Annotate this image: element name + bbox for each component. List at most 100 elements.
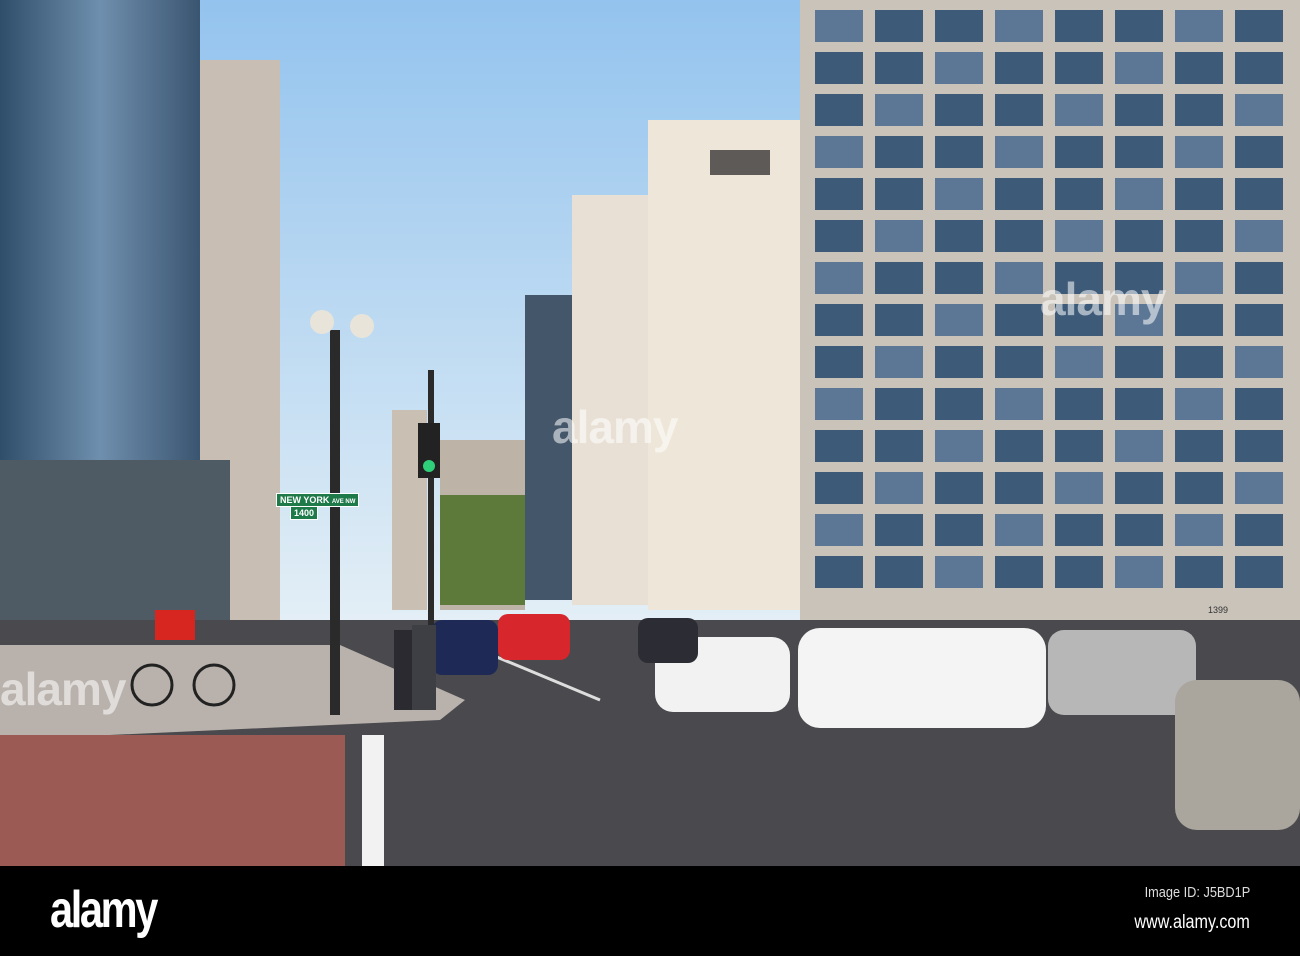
window bbox=[1115, 388, 1163, 420]
window bbox=[935, 556, 983, 588]
lane-line bbox=[362, 735, 384, 866]
window bbox=[1175, 472, 1223, 504]
window bbox=[1235, 472, 1283, 504]
window bbox=[815, 304, 863, 336]
window bbox=[995, 220, 1043, 252]
window bbox=[875, 304, 923, 336]
window bbox=[995, 346, 1043, 378]
window bbox=[1055, 346, 1103, 378]
window bbox=[815, 430, 863, 462]
window bbox=[1055, 52, 1103, 84]
silver-suv bbox=[1048, 630, 1196, 715]
window bbox=[1235, 304, 1283, 336]
building-tall-white bbox=[648, 120, 806, 610]
window bbox=[1175, 430, 1223, 462]
white-limousine bbox=[798, 628, 1046, 728]
street-sign: NEW YORK AVE NW bbox=[276, 493, 360, 507]
window bbox=[1235, 136, 1283, 168]
window bbox=[995, 10, 1043, 42]
window bbox=[1055, 472, 1103, 504]
window bbox=[1175, 514, 1223, 546]
window bbox=[1175, 262, 1223, 294]
window bbox=[935, 388, 983, 420]
window bbox=[995, 514, 1043, 546]
window bbox=[1115, 346, 1163, 378]
window bbox=[935, 430, 983, 462]
window bbox=[1055, 10, 1103, 42]
window bbox=[875, 472, 923, 504]
window bbox=[875, 556, 923, 588]
window bbox=[1235, 346, 1283, 378]
watermark-right: alamy bbox=[1040, 273, 1166, 325]
window bbox=[875, 10, 923, 42]
window bbox=[815, 556, 863, 588]
window bbox=[995, 178, 1043, 210]
building-number: 1399 bbox=[1208, 605, 1229, 615]
window bbox=[1235, 556, 1283, 588]
window bbox=[935, 94, 983, 126]
window bbox=[1115, 52, 1163, 84]
pedestrian bbox=[412, 625, 436, 710]
window bbox=[815, 388, 863, 420]
window bbox=[1175, 304, 1223, 336]
watermark-left: alamy bbox=[0, 663, 126, 715]
window bbox=[1235, 220, 1283, 252]
window bbox=[875, 178, 923, 210]
window bbox=[1235, 262, 1283, 294]
dark-car bbox=[638, 618, 698, 663]
image-id: Image ID: J5BD1P bbox=[1144, 884, 1250, 901]
window bbox=[995, 556, 1043, 588]
window bbox=[1175, 178, 1223, 210]
window bbox=[995, 430, 1043, 462]
window bbox=[935, 304, 983, 336]
window bbox=[935, 220, 983, 252]
window bbox=[935, 136, 983, 168]
red-crosswalk bbox=[0, 735, 345, 866]
website-link[interactable]: www.alamy.com bbox=[1135, 912, 1250, 934]
window bbox=[875, 346, 923, 378]
window bbox=[1175, 52, 1223, 84]
window bbox=[935, 472, 983, 504]
window bbox=[935, 262, 983, 294]
window bbox=[935, 178, 983, 210]
window bbox=[1055, 430, 1103, 462]
window bbox=[935, 514, 983, 546]
window bbox=[1055, 136, 1103, 168]
window bbox=[815, 94, 863, 126]
pedestrian bbox=[394, 630, 412, 710]
window bbox=[815, 346, 863, 378]
window bbox=[995, 262, 1043, 294]
window bbox=[1175, 556, 1223, 588]
window bbox=[875, 220, 923, 252]
window bbox=[815, 220, 863, 252]
window bbox=[815, 178, 863, 210]
cyclist-red-shirt bbox=[155, 610, 195, 640]
window bbox=[1235, 430, 1283, 462]
window bbox=[1055, 220, 1103, 252]
window bbox=[1235, 52, 1283, 84]
window bbox=[875, 136, 923, 168]
window bbox=[1175, 10, 1223, 42]
window bbox=[995, 472, 1043, 504]
red-car bbox=[498, 614, 570, 660]
window bbox=[1235, 94, 1283, 126]
left-building-base bbox=[0, 460, 230, 640]
window bbox=[815, 10, 863, 42]
window bbox=[935, 10, 983, 42]
street-sign-suffix: AVE NW bbox=[331, 499, 356, 505]
footer-bar: alamy Image ID: J5BD1P www.alamy.com bbox=[0, 866, 1300, 956]
window bbox=[1235, 388, 1283, 420]
window bbox=[815, 514, 863, 546]
window bbox=[1115, 220, 1163, 252]
window bbox=[875, 514, 923, 546]
watermark-center: alamy bbox=[552, 401, 678, 453]
window bbox=[1115, 556, 1163, 588]
window bbox=[815, 472, 863, 504]
block-sign: 1400 bbox=[290, 506, 319, 520]
window bbox=[1055, 514, 1103, 546]
window bbox=[815, 52, 863, 84]
window bbox=[995, 136, 1043, 168]
window bbox=[1115, 514, 1163, 546]
window bbox=[1235, 514, 1283, 546]
window bbox=[875, 94, 923, 126]
